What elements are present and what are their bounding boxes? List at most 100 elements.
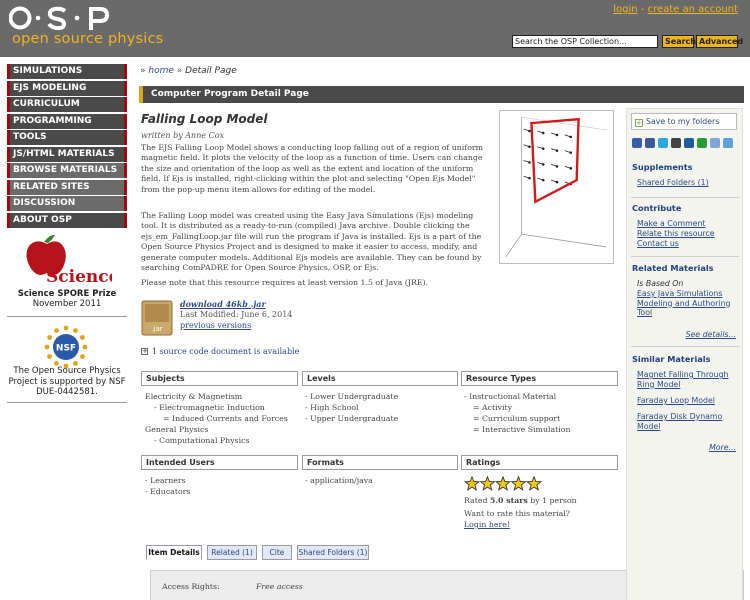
jar-icon-label: .jar <box>151 325 162 333</box>
twitter-icon[interactable] <box>658 138 668 148</box>
nav-item-js-html-materials[interactable]: JS/HTML MATERIALS <box>7 146 127 162</box>
search-input[interactable] <box>512 35 658 48</box>
access-rights-label: Access Rights: <box>162 582 220 591</box>
nav-item-programming[interactable]: PROGRAMMING <box>7 113 127 129</box>
subject-item: General Physics <box>145 425 209 434</box>
nav-item-discussion[interactable]: DISCUSSION <box>7 196 127 211</box>
intended-users-list: - Learners - Educators <box>145 475 190 497</box>
more-similar-link[interactable]: More... <box>709 443 736 452</box>
intended-user-item: - Learners <box>145 476 186 485</box>
level-item: - Upper Undergraduate <box>305 414 399 423</box>
science-apple-logo[interactable]: Science <box>22 232 112 286</box>
resource-type-item: = Activity <box>473 403 513 412</box>
tab-shared-folders[interactable]: Shared Folders (1) <box>297 545 369 560</box>
tab-related[interactable]: Related (1) <box>207 545 257 560</box>
subject-item: - Computational Physics <box>154 436 250 445</box>
level-item: - High School <box>305 403 359 412</box>
nav-item-tools[interactable]: TOOLS <box>7 130 127 145</box>
previous-versions-link[interactable]: previous versions <box>180 321 251 330</box>
nav-item-browse-materials[interactable]: BROWSE MATERIALS <box>7 163 127 178</box>
nsf-logo[interactable]: NSF <box>44 325 88 369</box>
login-link[interactable]: login <box>613 4 637 15</box>
resource-types-header: Resource Types <box>461 371 618 386</box>
source-code-link[interactable]: 1 source code document is available <box>152 347 299 356</box>
search-button[interactable]: Search <box>662 35 696 48</box>
resource-types-list: - Instructional Material = Activity = Cu… <box>464 391 570 435</box>
save-to-folders-button[interactable]: + Save to my folders <box>631 113 737 130</box>
rating-star-icon <box>464 476 481 491</box>
logo-text: open source physics <box>12 31 164 47</box>
contribute-header: Contribute <box>632 203 682 213</box>
facebook-icon[interactable] <box>645 138 655 148</box>
rating-star-icon <box>525 476 543 491</box>
rating-stars <box>464 476 543 491</box>
digg-icon[interactable] <box>684 138 694 148</box>
login-to-rate-link[interactable]: Login here! <box>464 520 510 529</box>
advanced-search-button[interactable]: Advanced <box>696 35 743 48</box>
rate-question: Want to rate this material? <box>464 509 570 518</box>
site-header: open source physics login - create an ac… <box>0 0 750 57</box>
breadcrumb-separator: » <box>176 66 183 76</box>
rating-prefix: Rated <box>464 496 490 505</box>
nav-item-ejs-modeling[interactable]: EJS MODELING <box>7 80 127 96</box>
access-rights-value: Free access <box>256 582 303 591</box>
email-icon[interactable] <box>723 138 733 148</box>
format-item: - application/java <box>305 476 373 485</box>
subject-item: = Induced Currents and Forces <box>163 414 288 423</box>
nsf-support-text: The Open Source Physics Project is suppo… <box>7 366 127 398</box>
levels-list: - Lower Undergraduate - High School - Up… <box>305 391 398 424</box>
description-paragraph-3: Please note that this resource requires … <box>141 278 429 287</box>
see-details-link[interactable]: See details... <box>686 330 736 339</box>
nav-item-curriculum[interactable]: CURRICULUM <box>7 97 127 112</box>
nsf-line-1: The Open Source Physics <box>13 366 121 376</box>
sidebar-divider <box>631 197 739 198</box>
sidebar-divider <box>631 256 739 257</box>
tab-cite[interactable]: Cite <box>262 545 292 560</box>
rating-suffix: by 1 person <box>527 496 577 505</box>
make-comment-link[interactable]: Make a Comment <box>637 219 705 229</box>
nav-item-simulations[interactable]: SIMULATIONS <box>7 64 127 79</box>
simulation-screenshot[interactable] <box>499 110 614 264</box>
jar-file-icon[interactable]: .jar <box>141 300 173 336</box>
similar-material-magnet-ring-link[interactable]: Magnet Falling Through Ring Model <box>637 370 735 389</box>
sidebar-divider <box>631 346 739 347</box>
delicious-icon[interactable] <box>632 138 642 148</box>
contact-us-link[interactable]: Contact us <box>637 239 679 249</box>
create-account-link[interactable]: create an account <box>648 4 738 15</box>
resource-title: Falling Loop Model <box>141 112 268 126</box>
description-paragraph-2: The Falling Loop model was created using… <box>141 211 482 273</box>
similar-material-faraday-disk-link[interactable]: Faraday Disk Dynamo Model <box>637 412 735 431</box>
save-to-folders-label: Save to my folders <box>646 117 720 126</box>
tab-item-details[interactable]: Item Details <box>146 545 202 560</box>
detail-page-bar: Computer Program Detail Page <box>139 86 744 103</box>
nav-item-related-sites[interactable]: RELATED SITES <box>7 179 127 195</box>
nav-item-about-osp[interactable]: ABOUT OSP <box>7 212 127 228</box>
intended-user-item: - Educators <box>145 487 191 496</box>
rating-star-icon <box>510 476 527 491</box>
description-paragraph-1: The EJS Falling Loop Model shows a condu… <box>141 143 484 194</box>
stumbleupon-icon[interactable] <box>697 138 707 148</box>
breadcrumb-current: Detail Page <box>185 66 237 76</box>
delicious-grid-icon[interactable] <box>671 138 681 148</box>
formats-header: Formats <box>302 455 458 470</box>
breadcrumb-separator: » <box>140 66 146 76</box>
relate-resource-link[interactable]: Relate this resource <box>637 229 715 239</box>
rating-star-icon <box>494 476 512 491</box>
supplement-shared-folders-link[interactable]: Shared Folders (1) <box>637 178 709 188</box>
subject-item: Electricity & Magnetism <box>145 392 243 401</box>
resource-author: written by Anne Cox <box>141 131 225 140</box>
resource-type-item: - Instructional Material <box>464 392 557 401</box>
nsf-logo-text: NSF <box>56 344 76 354</box>
science-logo-text: Science <box>46 267 112 286</box>
is-based-on-label: Is Based On <box>637 279 684 288</box>
prize-date: November 2011 <box>32 299 102 309</box>
download-jar-link[interactable]: download 46kb .jar <box>180 299 266 309</box>
ejs-modeling-tool-link[interactable]: Easy Java Simulations Modeling and Autho… <box>637 289 735 318</box>
breadcrumb: » home » Detail Page <box>140 66 237 76</box>
rating-value: 5.0 stars <box>489 496 528 505</box>
reddit-icon[interactable] <box>710 138 720 148</box>
similar-material-faraday-loop-link[interactable]: Faraday Loop Model <box>637 396 735 406</box>
source-code-expand-icon[interactable]: + <box>141 348 148 355</box>
breadcrumb-home-link[interactable]: home <box>148 66 174 76</box>
related-materials-header: Related Materials <box>632 263 714 273</box>
